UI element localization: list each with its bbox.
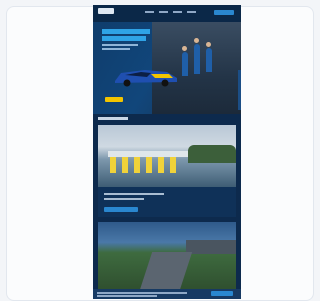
- cookie-text: [97, 295, 157, 297]
- hero-title: [102, 29, 150, 34]
- hero-section: [93, 22, 241, 114]
- track-road: [139, 252, 193, 290]
- race-car-icon: [115, 70, 177, 87]
- driver-head: [182, 46, 187, 51]
- pit-bay: [122, 157, 128, 173]
- pit-bay: [170, 157, 176, 173]
- section-title: [98, 117, 128, 120]
- card-text: [104, 198, 144, 200]
- hero-button[interactable]: [105, 97, 123, 102]
- trees: [188, 145, 236, 163]
- driver-head: [206, 42, 211, 47]
- card-text: [104, 193, 164, 195]
- card-button[interactable]: [104, 207, 138, 212]
- nav-link[interactable]: [173, 11, 182, 13]
- driver-head: [194, 38, 199, 43]
- grandstand: [186, 240, 236, 254]
- pit-bay: [146, 157, 152, 173]
- hero-title: [102, 36, 146, 41]
- pit-lane-photo: [98, 125, 236, 187]
- driver-figure: [206, 48, 212, 72]
- site-header: [93, 5, 241, 22]
- driver-figure: [182, 52, 188, 76]
- pit-bay: [134, 157, 140, 173]
- hero-subtitle: [102, 48, 130, 50]
- pit-bay: [158, 157, 164, 173]
- pit-bay: [110, 157, 116, 173]
- website-preview[interactable]: [93, 5, 241, 299]
- driver-figure: [194, 44, 200, 74]
- race-track-photo: [98, 222, 236, 290]
- nav-link[interactable]: [145, 11, 154, 13]
- cookie-text: [97, 292, 187, 294]
- header-cta-button[interactable]: [214, 10, 234, 15]
- nav-link[interactable]: [187, 11, 196, 13]
- brand-logo-icon[interactable]: [98, 8, 114, 14]
- cookie-accept-button[interactable]: [211, 291, 233, 296]
- podium: [238, 70, 241, 110]
- news-card[interactable]: [98, 125, 236, 217]
- nav-link[interactable]: [159, 11, 168, 13]
- hero-subtitle: [102, 44, 138, 46]
- cookie-banner: [93, 289, 241, 299]
- news-card[interactable]: [98, 222, 236, 290]
